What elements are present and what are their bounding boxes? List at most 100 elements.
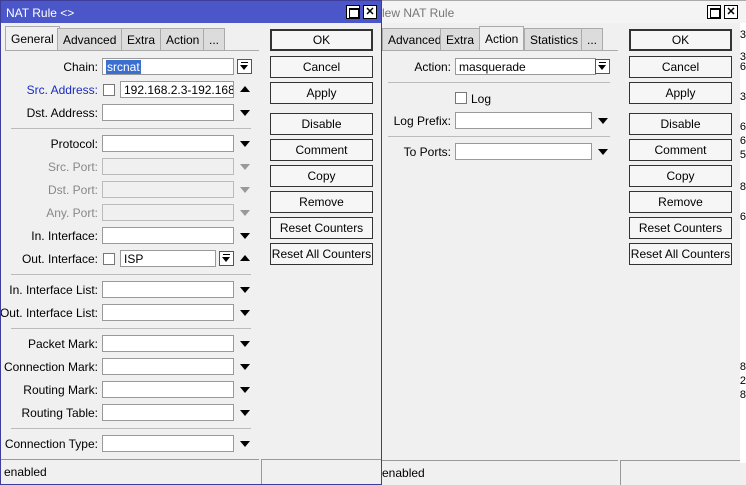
- in-interface-field[interactable]: [102, 227, 234, 244]
- chevron-down-icon[interactable]: [240, 310, 250, 316]
- reset-all-counters-button[interactable]: Reset All Counters: [629, 243, 732, 265]
- src-address-field[interactable]: 192.168.2.3-192.168.2: [120, 81, 234, 98]
- chain-label: Chain:: [63, 60, 98, 74]
- edge-text: 2: [739, 375, 746, 387]
- routing-table-field[interactable]: [102, 404, 234, 421]
- chevron-down-icon[interactable]: [240, 387, 250, 393]
- status-text: enabled: [4, 465, 47, 479]
- in-interface-label: In. Interface:: [31, 229, 98, 243]
- apply-button[interactable]: Apply: [270, 82, 373, 104]
- edge-text: 8: [739, 361, 746, 373]
- apply-button[interactable]: Apply: [629, 82, 732, 104]
- status-bar-right: [620, 460, 741, 485]
- packet-mark-label: Packet Mark:: [27, 337, 98, 351]
- separator: [11, 274, 251, 275]
- dst-address-field[interactable]: [102, 104, 234, 121]
- cancel-button[interactable]: Cancel: [270, 56, 373, 78]
- to-ports-label: To Ports:: [403, 145, 451, 159]
- edge-text: 5: [739, 149, 746, 161]
- chain-dropdown-icon[interactable]: [237, 59, 252, 74]
- out-interface-list-label: Out. Interface List:: [0, 306, 98, 320]
- comment-button[interactable]: Comment: [270, 139, 373, 161]
- any-port-field: [102, 204, 234, 221]
- chevron-down-icon[interactable]: [240, 364, 250, 370]
- background-window-edge: 3 3 6 3 6 6 5 8 6 8 2 8: [740, 23, 746, 463]
- connection-type-label: Connection Type:: [4, 437, 98, 451]
- log-prefix-label: Log Prefix:: [393, 114, 451, 128]
- connection-type-field[interactable]: [102, 435, 234, 452]
- any-port-label: Any. Port:: [46, 206, 98, 220]
- maximize-icon[interactable]: [346, 5, 360, 19]
- edge-text: 3: [739, 91, 746, 103]
- in-interface-list-label: In. Interface List:: [9, 283, 98, 297]
- routing-table-label: Routing Table:: [21, 406, 99, 420]
- src-port-field: [102, 158, 234, 175]
- reset-all-counters-button[interactable]: Reset All Counters: [270, 243, 373, 265]
- separator: [11, 328, 251, 329]
- dst-port-label: Dst. Port:: [47, 183, 98, 197]
- edge-text: 6: [739, 135, 746, 147]
- maximize-icon[interactable]: [707, 5, 721, 19]
- action-dropdown-icon[interactable]: [595, 59, 610, 74]
- chevron-down-icon[interactable]: [598, 118, 608, 124]
- to-ports-field[interactable]: [455, 143, 592, 160]
- chevron-down-icon[interactable]: [240, 341, 250, 347]
- ok-button[interactable]: OK: [629, 29, 732, 51]
- connection-mark-label: Connection Mark:: [3, 360, 98, 374]
- connection-mark-field[interactable]: [102, 358, 234, 375]
- chevron-down-icon[interactable]: [240, 441, 250, 447]
- chain-field[interactable]: srcnat: [102, 58, 234, 75]
- status-bar-right: [261, 459, 381, 484]
- comment-button[interactable]: Comment: [629, 139, 732, 161]
- general-panel: Chain: srcnat Src. Address: 192.168.2.3-…: [1, 1, 261, 461]
- action-panel: Action: masquerade Log Log Prefix: To Po…: [382, 1, 622, 461]
- protocol-label: Protocol:: [50, 137, 98, 151]
- chevron-down-icon[interactable]: [240, 110, 250, 116]
- chevron-down-icon[interactable]: [240, 287, 250, 293]
- remove-button[interactable]: Remove: [629, 191, 732, 213]
- dst-address-label: Dst. Address:: [26, 106, 98, 120]
- close-icon[interactable]: ✕: [724, 5, 738, 19]
- packet-mark-field[interactable]: [102, 335, 234, 352]
- out-interface-negate-checkbox[interactable]: [103, 253, 115, 265]
- action-label: Action:: [414, 60, 451, 74]
- status-bar: enabled: [382, 460, 618, 485]
- action-field[interactable]: masquerade: [455, 58, 596, 75]
- disable-button[interactable]: Disable: [270, 113, 373, 135]
- dst-port-field: [102, 181, 234, 198]
- separator: [388, 136, 610, 137]
- copy-button[interactable]: Copy: [270, 165, 373, 187]
- edge-text: 8: [739, 389, 746, 401]
- status-text: enabled: [382, 466, 425, 480]
- src-port-label: Src. Port:: [47, 160, 98, 174]
- chevron-down-icon[interactable]: [240, 141, 250, 147]
- protocol-field[interactable]: [102, 135, 234, 152]
- chevron-down-icon[interactable]: [240, 233, 250, 239]
- out-interface-field[interactable]: ISP: [120, 250, 216, 267]
- copy-button[interactable]: Copy: [629, 165, 732, 187]
- collapse-up-icon[interactable]: [240, 255, 250, 261]
- ok-button[interactable]: OK: [270, 29, 373, 51]
- log-prefix-field[interactable]: [455, 112, 592, 129]
- disable-button[interactable]: Disable: [629, 113, 732, 135]
- cancel-button[interactable]: Cancel: [629, 56, 732, 78]
- remove-button[interactable]: Remove: [270, 191, 373, 213]
- src-address-label: Src. Address:: [26, 83, 98, 97]
- reset-counters-button[interactable]: Reset Counters: [629, 217, 732, 239]
- edge-text: 6: [739, 211, 746, 223]
- chevron-down-icon[interactable]: [598, 149, 608, 155]
- edge-text: 6: [739, 121, 746, 133]
- close-icon[interactable]: ✕: [363, 5, 377, 19]
- routing-mark-field[interactable]: [102, 381, 234, 398]
- collapse-up-icon[interactable]: [240, 86, 250, 92]
- separator: [388, 82, 610, 83]
- in-interface-list-field[interactable]: [102, 281, 234, 298]
- out-interface-dropdown-icon[interactable]: [219, 251, 234, 266]
- reset-counters-button[interactable]: Reset Counters: [270, 217, 373, 239]
- out-interface-list-field[interactable]: [102, 304, 234, 321]
- out-interface-label: Out. Interface:: [21, 252, 98, 266]
- log-checkbox[interactable]: [455, 92, 467, 104]
- chevron-down-icon[interactable]: [240, 410, 250, 416]
- src-address-negate-checkbox[interactable]: [103, 84, 115, 96]
- routing-mark-label: Routing Mark:: [23, 383, 98, 397]
